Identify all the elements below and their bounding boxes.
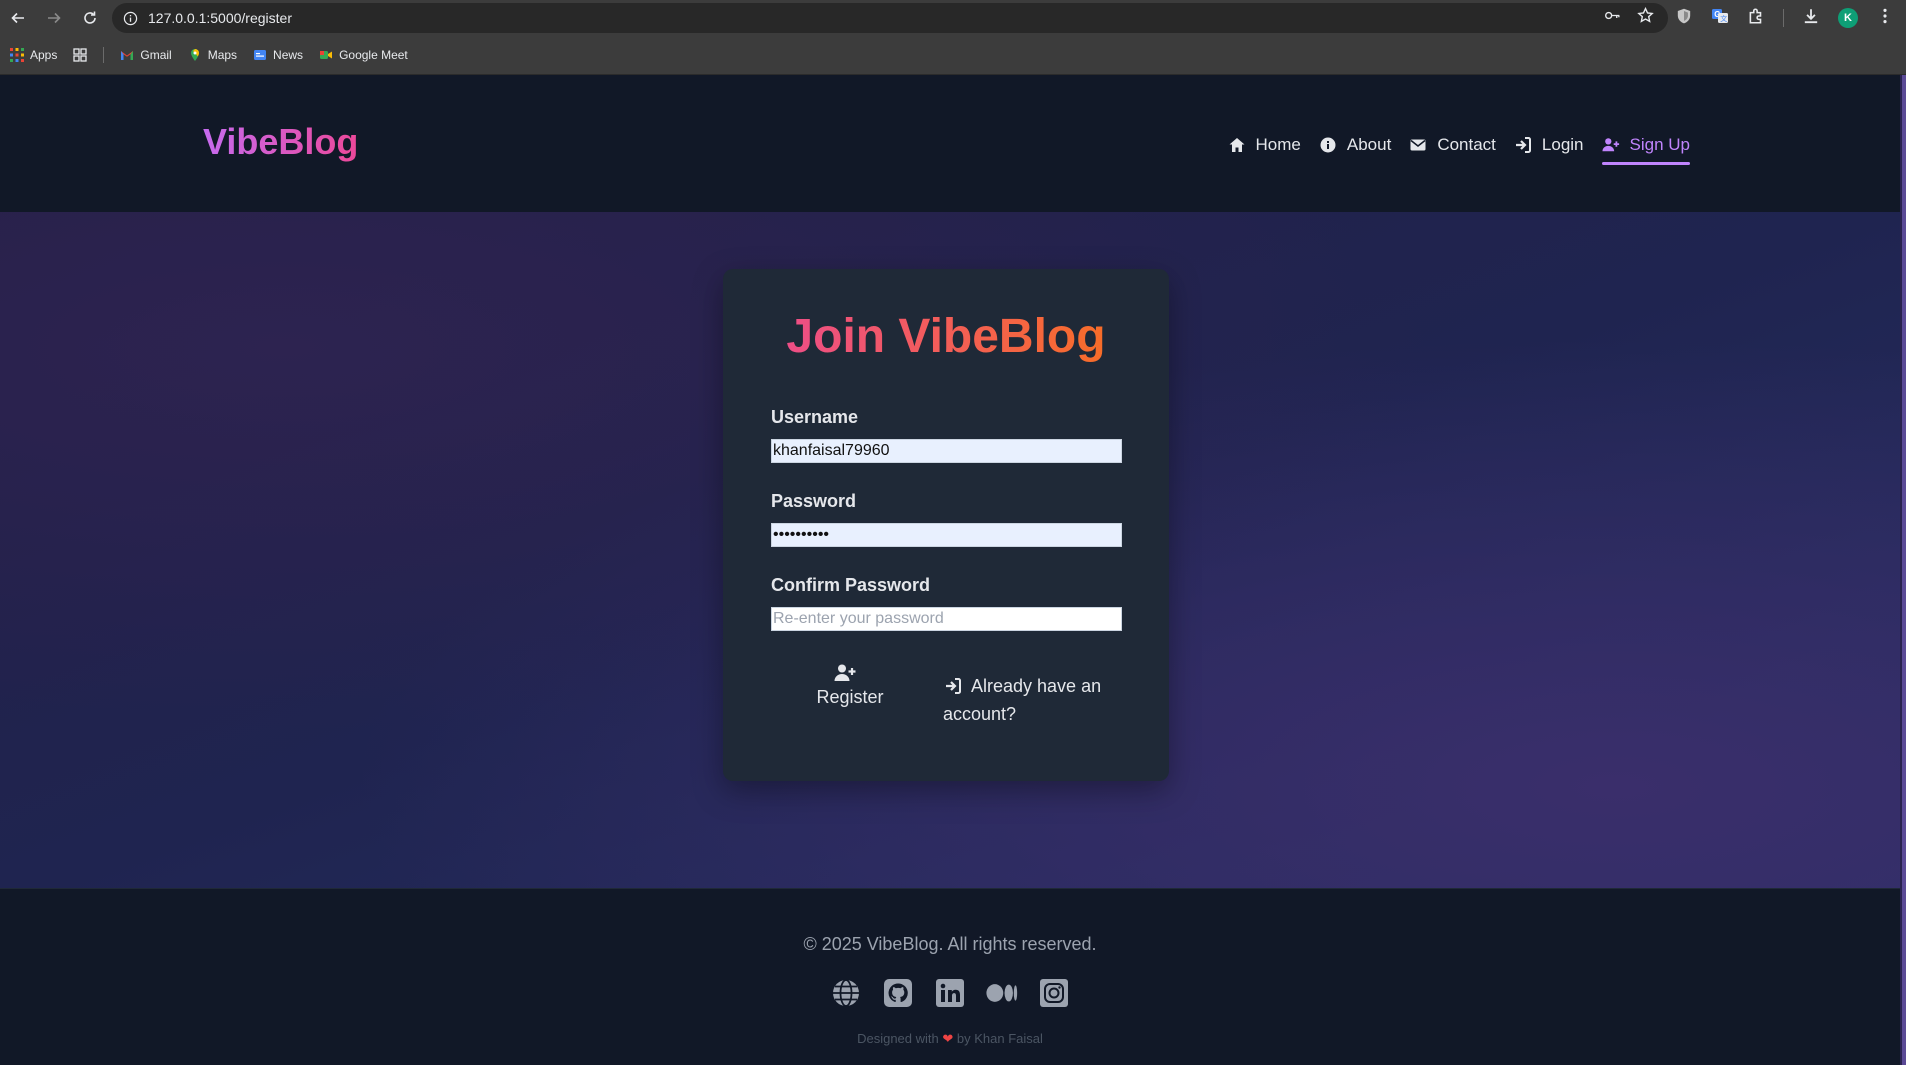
bookmark-google-meet[interactable]: Google Meet [319,48,408,62]
profile-avatar[interactable]: K [1838,8,1858,28]
main-nav: Home About Contact Login Sign Up [1228,131,1691,165]
page-scrollbar[interactable] [1900,75,1906,1065]
linkedin-link[interactable] [934,977,966,1009]
envelope-icon [1410,139,1426,151]
user-plus-icon [834,664,856,681]
nav-home[interactable]: Home [1228,131,1301,159]
confirm-password-input[interactable] [771,607,1122,631]
url-text[interactable]: 127.0.0.1:5000/register [148,10,292,26]
register-label: Register [816,687,884,707]
github-link[interactable] [882,977,914,1009]
forward-button[interactable] [36,0,72,36]
username-label: Username [771,407,859,427]
more-menu-icon[interactable] [1876,7,1894,30]
shield-extension-icon[interactable] [1675,7,1693,30]
confirm-password-label: Confirm Password [771,575,931,595]
nav-label: Login [1541,135,1584,154]
bookmark-apps[interactable]: Apps [10,48,57,62]
nav-signup[interactable]: Sign Up [1601,131,1691,165]
password-label: Password [771,491,857,511]
nav-label: Contact [1437,135,1496,154]
extensions-puzzle-icon[interactable] [1747,7,1765,30]
bookmark-label: Gmail [140,48,172,62]
social-links [0,977,1900,1009]
sign-in-icon [946,678,961,694]
tab-groups-button[interactable] [73,48,88,62]
toolbar-divider [1783,9,1784,27]
designed-prefix: Designed with [857,1031,939,1046]
nav-login[interactable]: Login [1514,131,1584,159]
register-form-card: Join VibeBlog Username Password Confirm … [723,269,1169,781]
designed-suffix: by Khan Faisal [956,1031,1043,1046]
translate-extension-icon[interactable]: G文 [1711,7,1729,30]
bookmark-news[interactable]: News [253,48,303,62]
sign-in-icon [1515,137,1531,153]
arrow-right-icon [48,12,61,24]
news-icon [254,50,267,60]
website-link[interactable] [830,977,862,1009]
site-info-icon[interactable] [122,10,138,26]
gmail-icon [121,51,134,60]
address-bar[interactable]: 127.0.0.1:5000/register [112,3,1668,33]
nav-label: Home [1255,135,1301,154]
bookmark-label: Google Meet [339,48,408,62]
form-title: Join VibeBlog [723,309,1169,364]
bookmark-label: Apps [30,48,58,62]
nav-label: Sign Up [1629,135,1690,154]
browser-toolbar: 127.0.0.1:5000/register G文 K [0,0,1906,36]
login-link-label: Already have an account? [943,676,1102,724]
github-icon [884,979,912,1007]
apps-grid-icon [10,48,24,62]
register-section: Join VibeBlog Username Password Confirm … [0,212,1900,888]
user-plus-icon [1601,138,1619,152]
register-button[interactable]: Register [795,663,905,708]
nav-about[interactable]: About [1319,131,1391,159]
info-circle-icon [1320,137,1336,153]
bookmark-label: Maps [207,48,238,62]
bookmarks-divider [103,47,105,63]
reload-icon [84,11,96,24]
instagram-link[interactable] [1038,977,1070,1009]
heart-icon: ❤ [942,1031,954,1046]
copyright-text: © 2025 VibeBlog. All rights reserved. [803,934,1097,954]
home-icon [1229,138,1245,152]
medium-link[interactable] [986,977,1018,1009]
tab-groups-icon [73,48,88,62]
password-key-icon[interactable] [1604,7,1621,29]
bookmarks-bar: Apps Gmail Maps News Google Meet [0,36,1906,75]
meet-icon [320,51,333,59]
reload-button[interactable] [72,0,108,36]
download-icon[interactable] [1802,7,1820,30]
designed-by-text: Designed with ❤ by Khan Faisal [0,1031,1900,1047]
nav-label: About [1346,135,1392,154]
brand-logo[interactable]: VibeBlog [203,121,358,163]
bookmark-label: News [273,48,304,62]
scrollbar-thumb[interactable] [1902,75,1906,1065]
login-link[interactable]: Already have an account? [943,672,1113,728]
globe-icon [833,979,859,1007]
bookmark-star-icon[interactable] [1637,6,1654,29]
back-button[interactable] [0,0,36,36]
page-viewport: VibeBlog Home About Contact Login Sign U… [0,75,1900,1065]
username-input[interactable] [771,439,1122,463]
bookmark-maps[interactable]: Maps [188,48,237,62]
nav-contact[interactable]: Contact [1409,131,1496,159]
password-input[interactable] [771,523,1122,547]
arrow-left-icon [11,12,24,24]
instagram-icon [1040,979,1068,1007]
medium-icon [986,984,1018,1002]
maps-pin-icon [190,49,199,61]
site-footer: © 2025 VibeBlog. All rights reserved. De… [0,888,1900,1065]
linkedin-icon [936,979,964,1007]
site-header: VibeBlog Home About Contact Login Sign U… [0,75,1900,212]
bookmark-gmail[interactable]: Gmail [120,48,172,62]
svg-text:文: 文 [1720,14,1727,23]
